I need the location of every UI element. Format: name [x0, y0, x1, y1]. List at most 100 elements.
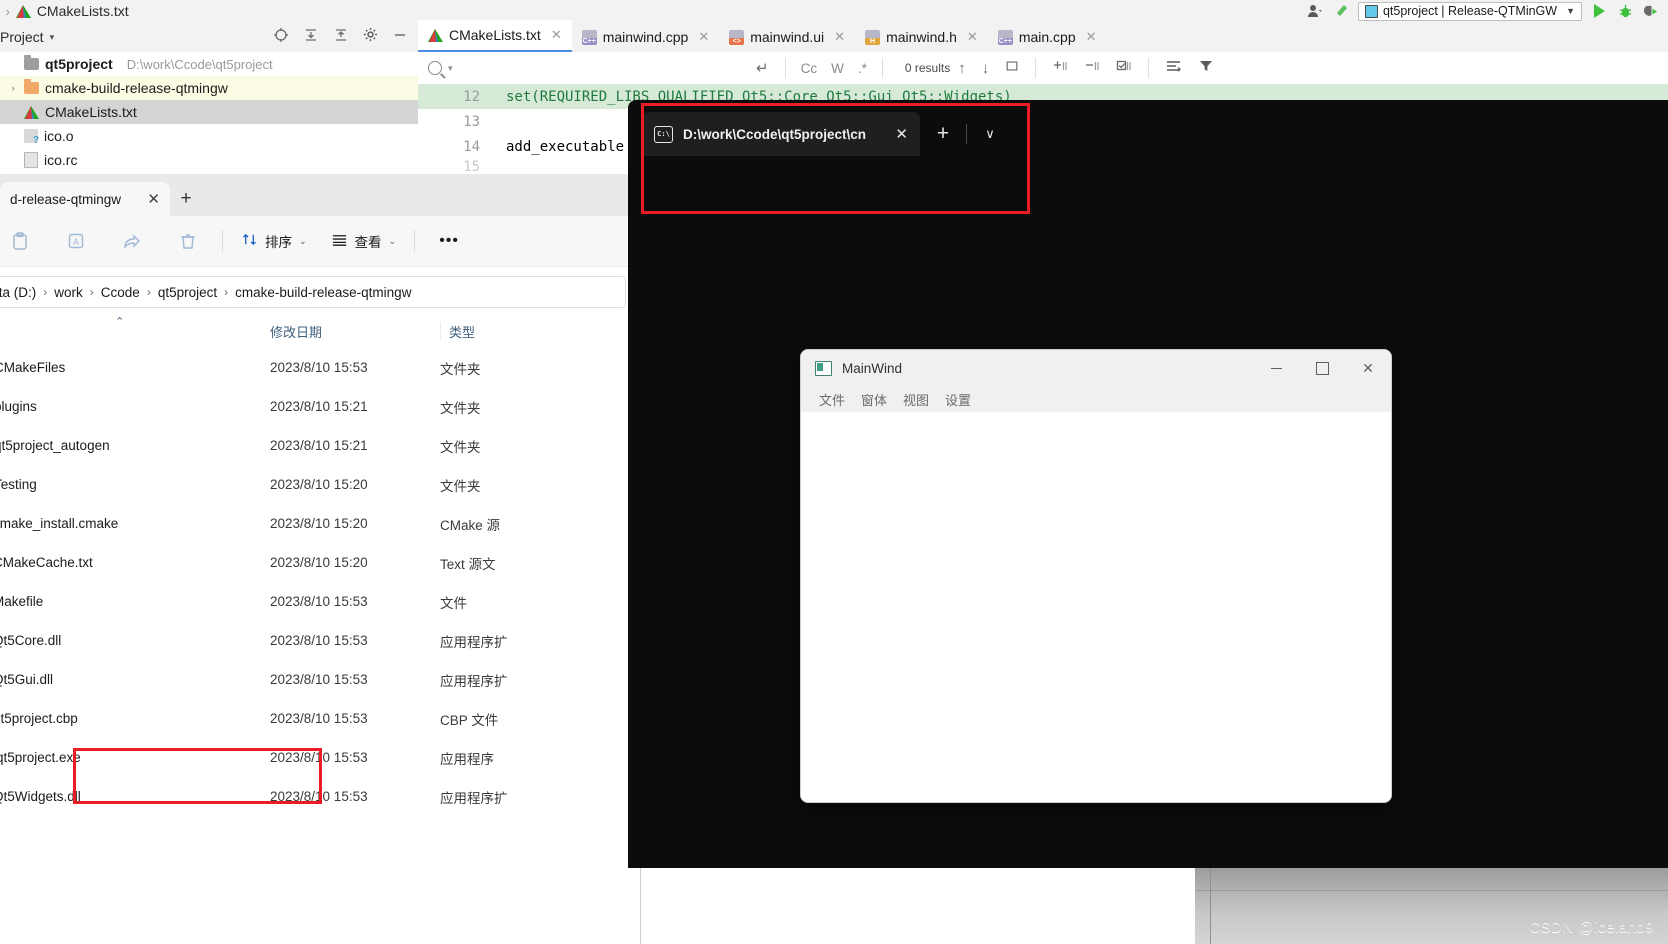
paste-icon[interactable] [0, 223, 48, 259]
collapse-all-icon[interactable] [333, 27, 349, 48]
editor-tab-main-cpp[interactable]: C++ main.cpp ✕ [988, 22, 1107, 52]
close-icon[interactable]: ✕ [551, 27, 562, 43]
chevron-down-icon[interactable]: ▾ [50, 32, 55, 43]
table-row[interactable]: qt5project_autogen 2023/8/10 15:21 文件夹 [0, 426, 640, 465]
editor-tab-mainwind-h[interactable]: H mainwind.h ✕ [855, 22, 988, 52]
locate-icon[interactable] [273, 27, 289, 48]
regex-toggle[interactable]: .* [851, 61, 874, 76]
close-icon[interactable]: ✕ [698, 29, 709, 45]
table-row[interactable]: Qt5Widgets.dll 2023/8/10 15:53 应用程序扩 [0, 777, 640, 816]
breadcrumb-crumb[interactable]: cmake-build-release-qtmingw [235, 285, 411, 300]
editor-tab-label: mainwind.cpp [602, 29, 689, 45]
search-input[interactable]: ▾ [418, 52, 748, 84]
editor-tab-mainwind-cpp[interactable]: C++ mainwind.cpp ✕ [572, 22, 720, 52]
divider [784, 58, 786, 78]
table-row[interactable]: CMakeCache.txt 2023/8/10 15:20 Text 源文 [0, 543, 640, 582]
tree-item-build-dir[interactable]: › cmake-build-release-qtmingw [0, 76, 418, 100]
breadcrumb-crumb[interactable]: work [54, 285, 83, 300]
new-tab-button[interactable]: + [170, 182, 202, 216]
project-panel-title[interactable]: Project [0, 29, 44, 45]
build-hammer-icon[interactable] [1332, 2, 1350, 20]
menu-item-file[interactable]: 文件 [811, 390, 853, 409]
search-newline-icon[interactable]: ↵ [748, 59, 777, 77]
user-avatar-icon[interactable] [1306, 2, 1324, 20]
delete-trash-icon[interactable] [160, 223, 216, 259]
table-row[interactable]: qt5project.cbp 2023/8/10 15:53 CBP 文件 [0, 699, 640, 738]
rename-icon[interactable]: A [48, 223, 104, 259]
close-icon[interactable]: ✕ [967, 29, 978, 45]
profile-icon[interactable] [1642, 2, 1660, 20]
file-date: 2023/8/10 15:53 [270, 594, 368, 609]
new-terminal-tab-button[interactable]: + [920, 112, 966, 156]
column-header-type[interactable]: 类型 [440, 321, 579, 341]
minimize-panel-icon[interactable] [392, 27, 408, 48]
table-row[interactable]: Makefile 2023/8/10 15:53 文件 [0, 582, 640, 621]
maximize-button[interactable] [1299, 350, 1345, 386]
table-row[interactable]: qt5project.exe 2023/8/10 15:53 应用程序 [0, 738, 640, 777]
sort-ascending-icon: ⌃ [115, 315, 125, 328]
tree-item-label: cmake-build-release-qtmingw [45, 80, 228, 96]
table-row[interactable]: Testing 2023/8/10 15:20 文件夹 [0, 465, 640, 504]
close-icon[interactable]: ✕ [834, 29, 845, 45]
table-row[interactable]: Qt5Gui.dll 2023/8/10 15:53 应用程序扩 [0, 660, 640, 699]
address-bar[interactable]: « Data (D:) › work › Ccode › qt5project … [0, 276, 626, 308]
view-button[interactable]: 查看 ⌄ [319, 223, 409, 259]
editor-tab-cmakelists[interactable]: CMakeLists.txt ✕ [418, 20, 572, 52]
editor-tab-label: mainwind.ui [750, 29, 825, 45]
match-case-toggle[interactable]: Cc [794, 61, 825, 76]
file-name-cell: cmake_install.cmake [0, 514, 270, 533]
chevron-right-icon[interactable]: › [8, 83, 18, 93]
tree-item-ico-rc[interactable]: ico.rc [0, 148, 418, 172]
tree-item-ico-o[interactable]: ico.o [0, 124, 418, 148]
find-previous-icon[interactable]: ↑ [950, 60, 974, 77]
more-options-button[interactable]: ••• [421, 223, 477, 259]
line-number: 13 [463, 113, 480, 130]
search-text-field[interactable] [458, 59, 693, 77]
filter-select-icon[interactable] [1108, 59, 1140, 77]
file-date: 2023/8/10 15:21 [270, 399, 368, 414]
tree-item-root[interactable]: qt5project D:\work\Ccode\qt5project [0, 52, 418, 76]
column-header-name[interactable]: 名称 ⌃ [0, 316, 270, 341]
select-occurrences-icon[interactable] [997, 59, 1027, 77]
breadcrumb-file[interactable]: CMakeLists.txt [37, 3, 129, 19]
minimize-button[interactable] [1253, 350, 1299, 386]
run-configuration-selector[interactable]: qt5project | Release-QTMinGW ▼ [1357, 1, 1582, 21]
terminal-dropdown-button[interactable]: ∨ [967, 112, 1013, 156]
close-icon[interactable]: ✕ [895, 125, 908, 143]
editor-tab-mainwind-ui[interactable]: <> mainwind.ui ✕ [719, 22, 855, 52]
tree-item-cmakelists[interactable]: CMakeLists.txt [0, 100, 418, 124]
close-icon[interactable]: ✕ [1086, 29, 1097, 45]
menu-item-settings[interactable]: 设置 [937, 390, 979, 409]
find-next-icon[interactable]: ↓ [974, 60, 998, 77]
breadcrumb-crumb[interactable]: qt5project [158, 285, 217, 300]
menu-item-view[interactable]: 视图 [895, 390, 937, 409]
close-icon[interactable]: ✕ [147, 190, 160, 208]
file-type: 应用程序扩 [440, 634, 508, 650]
file-name: CMakeCache.txt [0, 555, 93, 570]
close-button[interactable]: ✕ [1345, 350, 1391, 386]
expand-all-icon[interactable] [303, 27, 319, 48]
add-selection-icon[interactable] [1044, 59, 1076, 77]
list-icon[interactable] [1157, 59, 1190, 77]
table-row[interactable]: Qt5Core.dll 2023/8/10 15:53 应用程序扩 [0, 621, 640, 660]
gear-icon[interactable] [363, 27, 378, 47]
column-header-date[interactable]: 修改日期 [270, 322, 440, 341]
breadcrumb-crumb[interactable]: Ccode [101, 285, 140, 300]
share-icon[interactable] [104, 223, 160, 259]
sort-button[interactable]: 排序 ⌄ [229, 223, 319, 259]
menu-item-window[interactable]: 窗体 [853, 390, 895, 409]
chevron-down-icon[interactable]: ▾ [448, 63, 453, 74]
table-row[interactable]: CMakeFiles 2023/8/10 15:53 文件夹 [0, 348, 640, 387]
table-row[interactable]: cmake_install.cmake 2023/8/10 15:20 CMak… [0, 504, 640, 543]
explorer-tab[interactable]: d-release-qtmingw ✕ [0, 182, 170, 216]
breadcrumb-crumb[interactable]: Data (D:) [0, 285, 36, 300]
file-name: Qt5Core.dll [0, 633, 62, 648]
terminal-tab[interactable]: C:\ D:\work\Ccode\qt5project\cn ✕ [642, 112, 920, 156]
whole-words-toggle[interactable]: W [824, 61, 851, 76]
filter-funnel-icon[interactable] [1190, 59, 1222, 77]
debug-bug-icon[interactable] [1616, 2, 1634, 20]
run-play-icon[interactable] [1590, 2, 1608, 20]
remove-selection-icon[interactable] [1076, 59, 1108, 77]
table-row[interactable]: plugins 2023/8/10 15:21 文件夹 [0, 387, 640, 426]
file-type: 应用程序扩 [440, 790, 508, 806]
